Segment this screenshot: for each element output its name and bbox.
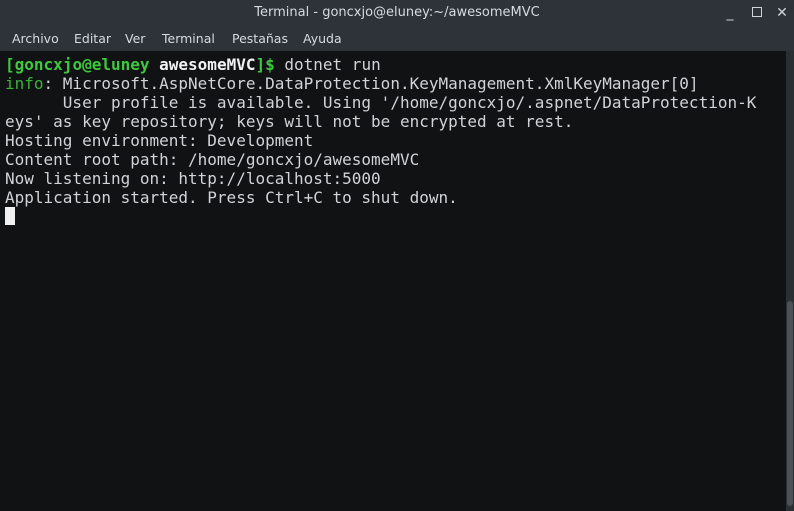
menu-archivo[interactable]: Archivo (12, 31, 59, 46)
output-text: : Microsoft.AspNetCore.DataProtection.Ke… (43, 74, 699, 93)
prompt-bracket-open: [ (5, 55, 15, 74)
close-icon: ✕ (776, 5, 788, 21)
maximize-icon (752, 6, 762, 17)
menu-ayuda[interactable]: Ayuda (303, 31, 342, 46)
text-cursor (5, 207, 15, 225)
info-tag: info (5, 74, 44, 93)
output-line: info: Microsoft.AspNetCore.DataProtectio… (5, 74, 699, 93)
menu-ver[interactable]: Ver (125, 31, 145, 46)
output-line: Hosting environment: Development (5, 131, 314, 150)
prompt-line: [goncxjo@eluney awesomeMVC]$ dotnet run (5, 55, 381, 74)
menu-bar: Archivo Editar Ver Terminal Pestañas Ayu… (0, 26, 794, 51)
terminal-output[interactable]: [goncxjo@eluney awesomeMVC]$ dotnet run … (0, 51, 786, 511)
prompt-bracket-close: ]$ (255, 55, 275, 74)
menu-editar[interactable]: Editar (74, 31, 111, 46)
output-line: User profile is available. Using '/home/… (5, 93, 757, 112)
prompt-directory: awesomeMVC (159, 55, 256, 74)
menu-pestanas[interactable]: Pestañas (232, 31, 288, 46)
output-line: Now listening on: http://localhost:5000 (5, 169, 381, 188)
scrollbar-thumb[interactable] (787, 301, 793, 506)
terminal-window: Terminal - goncxjo@eluney:~/awesomeMVC _… (0, 0, 794, 511)
prompt-user-host: goncxjo@eluney (14, 55, 150, 74)
output-line: Content root path: /home/goncxjo/awesome… (5, 150, 420, 169)
prompt-command: dotnet run (284, 55, 381, 74)
close-button[interactable]: ✕ (772, 3, 792, 23)
menu-terminal[interactable]: Terminal (162, 31, 215, 46)
minimize-icon: _ (726, 5, 734, 21)
minimize-button[interactable]: _ (720, 3, 740, 23)
title-bar[interactable]: Terminal - goncxjo@eluney:~/awesomeMVC _… (0, 0, 794, 26)
window-title: Terminal - goncxjo@eluney:~/awesomeMVC (254, 5, 540, 20)
output-line: Application started. Press Ctrl+C to shu… (5, 188, 458, 207)
output-line: eys' as key repository; keys will not be… (5, 112, 574, 131)
maximize-button[interactable] (747, 3, 767, 23)
vertical-scrollbar[interactable] (786, 51, 794, 511)
